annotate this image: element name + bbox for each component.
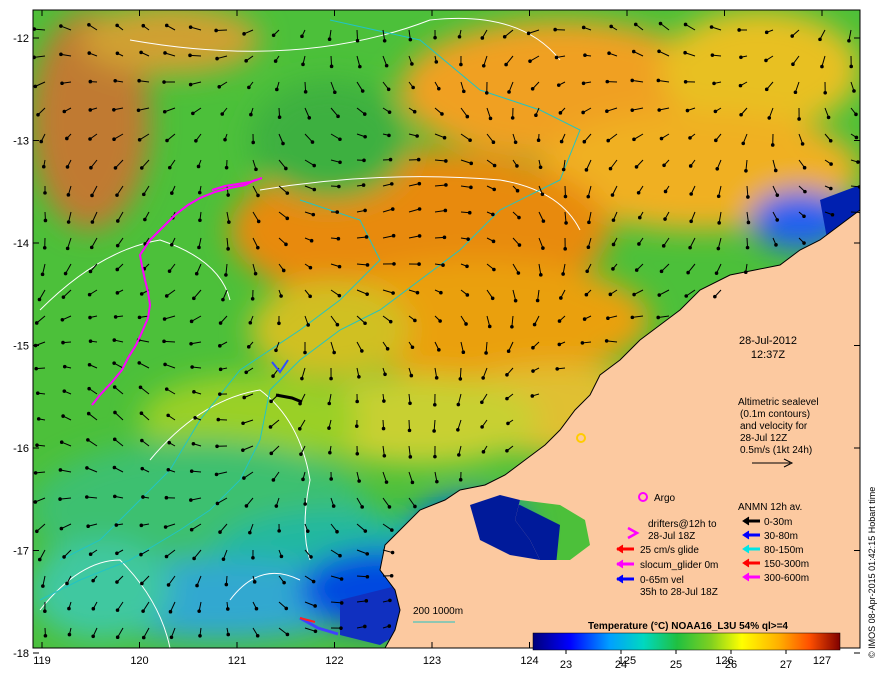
- colorbar-title: Temperature (°C) NOAA16_L3U 54% ql>=4: [588, 621, 788, 632]
- lat-tick-label: -13: [13, 136, 29, 148]
- lon-tick-label: 123: [423, 655, 441, 667]
- colorbar-tick-label: 24: [615, 659, 627, 671]
- colorbar-tick-label: 25: [670, 659, 682, 671]
- glide-label: 25 cm/s glide: [640, 545, 699, 556]
- svg-text:150-300m: 150-300m: [764, 559, 809, 570]
- credit-text: © IMOS 08-Apr-2015 01:42:15 Hobart time: [867, 487, 877, 658]
- lon-tick-label: 127: [813, 655, 831, 667]
- svg-text:0-30m: 0-30m: [764, 517, 792, 528]
- altimetry-line5: 0.5m/s (1kt 24h): [740, 445, 812, 456]
- slocum-label: slocum_glider 0m: [640, 560, 718, 571]
- vel-line2: 35h to 28-Jul 18Z: [640, 587, 718, 598]
- lat-tick-label: -12: [13, 33, 29, 45]
- drifters-line2: 28-Jul 18Z: [648, 531, 695, 542]
- sst-map: 119 120 121 122 123 124 125 126 127 -12-13-14-15…: [13, 9, 861, 671]
- svg-text:80-150m: 80-150m: [764, 545, 803, 556]
- lon-tick-label: 120: [130, 655, 148, 667]
- lon-tick-label: 121: [228, 655, 246, 667]
- colorbar-tick-label: 26: [725, 659, 737, 671]
- lat-tick-label: -18: [13, 648, 29, 660]
- lat-tick-label: -16: [13, 443, 29, 455]
- timestamp-time: 12:37Z: [751, 349, 786, 361]
- altimetry-line3: and velocity for: [740, 421, 808, 432]
- altimetry-line1: Altimetric sealevel: [738, 397, 819, 408]
- bathy-label: 200 1000m: [413, 606, 463, 617]
- vel-line1: 0-65m vel: [640, 575, 684, 586]
- lon-tick-label: 122: [325, 655, 343, 667]
- colorbar-tick-label: 27: [780, 659, 792, 671]
- altimetry-line4: 28-Jul 12Z: [740, 433, 787, 444]
- lon-tick-label: 119: [33, 655, 51, 667]
- lat-tick-label: -14: [13, 238, 29, 250]
- colorbar-tick-label: 23: [560, 659, 572, 671]
- drifters-line1: drifters@12h to: [648, 519, 717, 530]
- svg-text:300-600m: 300-600m: [764, 573, 809, 584]
- timestamp-date: 28-Jul-2012: [739, 335, 797, 347]
- argo-label: Argo: [654, 493, 676, 504]
- sst-field: [33, 10, 860, 648]
- lat-tick-label: -15: [13, 341, 29, 353]
- colorbar-gradient: [532, 632, 841, 651]
- lon-tick-label: 124: [520, 655, 538, 667]
- svg-text:30-80m: 30-80m: [764, 531, 798, 542]
- anmn-title: ANMN 12h av.: [738, 502, 802, 513]
- svg-text:© IMOS 08-Apr-2015 01:42:15 Ho: © IMOS 08-Apr-2015 01:42:15 Hobart time: [867, 487, 877, 658]
- altimetry-line2: (0.1m contours): [740, 409, 810, 420]
- lat-tick-label: -17: [13, 546, 29, 558]
